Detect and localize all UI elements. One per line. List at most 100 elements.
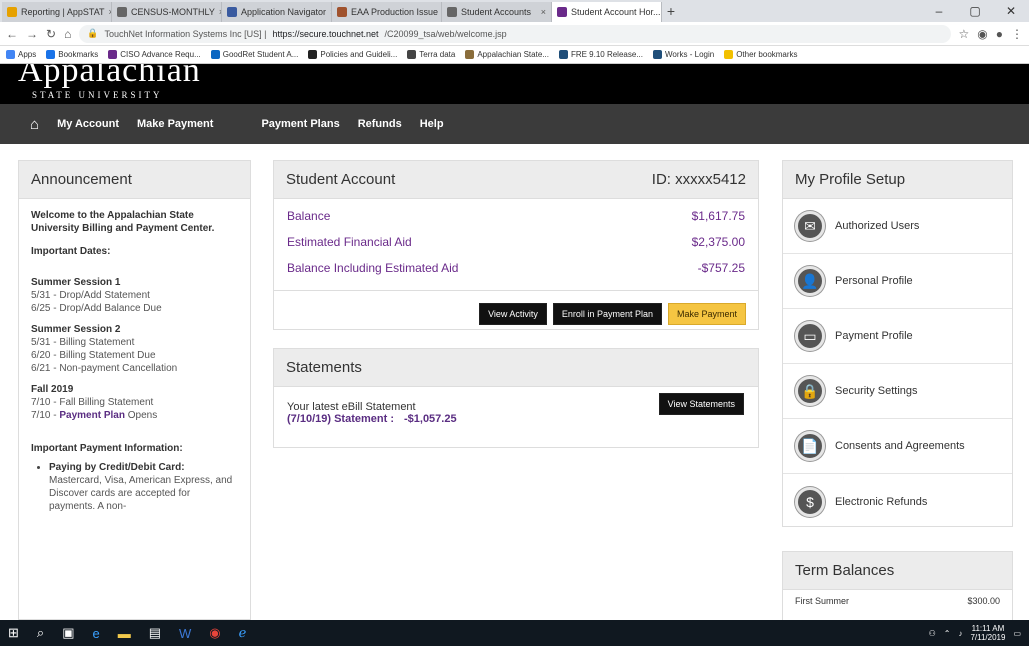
browser-tab[interactable]: Application Navigator×	[222, 2, 332, 22]
back-icon[interactable]: ←	[6, 27, 18, 41]
term-value: $300.00	[967, 596, 1000, 606]
url-prefix: TouchNet Information Systems Inc [US] |	[104, 28, 267, 39]
tab-favicon-icon	[557, 7, 567, 17]
url-input[interactable]: 🔒 TouchNet Information Systems Inc [US] …	[79, 24, 951, 43]
store-icon[interactable]: ▤	[149, 625, 161, 641]
minimize-button[interactable]: –	[921, 0, 957, 22]
term-balances-title: Term Balances	[783, 552, 1012, 590]
tab-label: EAA Production Issue	[351, 7, 439, 17]
chrome-icon[interactable]: ◉	[209, 625, 220, 641]
bookmark-icon	[6, 50, 15, 59]
close-window-button[interactable]: ✕	[993, 0, 1029, 22]
bookmark-item[interactable]: GoodRet Student A...	[210, 50, 299, 59]
logo-name[interactable]: Appalachian	[18, 64, 201, 90]
tab-close-icon[interactable]: ×	[541, 7, 546, 17]
profile-icon[interactable]: ●	[996, 27, 1003, 41]
session-heading: Fall 2019	[31, 384, 74, 395]
session-line: 6/20 - Billing Statement Due	[31, 350, 156, 361]
term-label: First Summer	[795, 596, 849, 606]
bookmark-icon	[652, 50, 662, 59]
enroll-payment-plan-button[interactable]: Enroll in Payment Plan	[552, 303, 662, 325]
envelope-icon: ✉	[795, 211, 825, 241]
bookmark-icon	[558, 50, 568, 59]
payment-profile-item[interactable]: ▭ Payment Profile	[783, 309, 1012, 364]
home-icon[interactable]: ⌂	[30, 116, 39, 133]
browser-tab[interactable]: CENSUS-MONTHLY×	[112, 2, 222, 22]
balance-with-aid-link[interactable]: Balance Including Estimated Aid	[287, 261, 458, 275]
browser-tab[interactable]: EAA Production Issue×	[332, 2, 442, 22]
new-tab-button[interactable]: +	[662, 3, 680, 19]
forward-icon[interactable]: →	[26, 27, 38, 41]
balance-with-aid-value: -$757.25	[697, 261, 745, 275]
announcement-title: Announcement	[19, 161, 250, 199]
bookmark-item[interactable]: Other bookmarks	[724, 50, 798, 59]
home-icon[interactable]: ⌂	[64, 27, 71, 41]
personal-profile-item[interactable]: 👤 Personal Profile	[783, 254, 1012, 309]
nav-help[interactable]: Help	[420, 118, 444, 130]
profile-item-label: Payment Profile	[835, 330, 913, 342]
bookmark-label: GoodRet Student A...	[222, 50, 299, 59]
star-icon[interactable]: ☆	[959, 27, 970, 41]
menu-icon[interactable]: ⋮	[1011, 27, 1023, 41]
tab-label: CENSUS-MONTHLY	[131, 7, 215, 17]
window-controls: – ▢ ✕	[921, 0, 1029, 22]
money-icon: $	[795, 486, 825, 517]
bookmark-item[interactable]: FRE 9.10 Release...	[558, 50, 643, 59]
browser-tab[interactable]: Student Account Hor...×	[552, 2, 662, 22]
balance-link[interactable]: Balance	[287, 209, 330, 223]
bookmark-label: FRE 9.10 Release...	[570, 50, 643, 59]
view-statements-button[interactable]: View Statements	[658, 393, 744, 415]
consents-agreements-item[interactable]: 📄 Consents and Agreements	[783, 419, 1012, 474]
account-title: Student Account	[286, 171, 396, 188]
bookmark-label: Policies and Guideli...	[320, 50, 398, 59]
bookmark-item[interactable]: Appalachian State...	[465, 50, 549, 59]
bookmark-item[interactable]: Bookmarks	[46, 50, 98, 59]
account-header: Student Account ID: xxxxx5412	[274, 161, 758, 199]
explorer-icon[interactable]: ▬	[118, 626, 131, 641]
notification-icon[interactable]: ▭	[1013, 629, 1021, 638]
browser-tab[interactable]: Reporting | AppSTAT×	[2, 2, 112, 22]
bookmark-item[interactable]: CISO Advance Requ...	[108, 50, 201, 59]
security-settings-item[interactable]: 🔒 Security Settings	[783, 364, 1012, 419]
extension-icon[interactable]: ◉	[977, 27, 987, 41]
bookmark-icon	[465, 50, 475, 59]
electronic-refunds-item[interactable]: $ Electronic Refunds	[783, 474, 1012, 529]
nav-my-account[interactable]: My Account	[57, 118, 119, 130]
network-icon[interactable]: ⌃	[944, 629, 951, 638]
reload-icon[interactable]: ↻	[46, 27, 56, 41]
student-account-panel: Student Account ID: xxxxx5412 Balance $1…	[273, 160, 759, 330]
clock[interactable]: 11:11 AM 7/11/2019	[970, 624, 1005, 642]
view-activity-button[interactable]: View Activity	[479, 303, 547, 325]
word-icon[interactable]: W	[179, 626, 191, 641]
session-line: 6/25 - Drop/Add Balance Due	[31, 303, 162, 314]
browser-tab-strip: Reporting | AppSTAT×CENSUS-MONTHLY×Appli…	[0, 0, 1029, 22]
task-view-icon[interactable]: ▣	[62, 625, 74, 641]
volume-icon[interactable]: ♪	[958, 629, 962, 638]
financial-aid-link[interactable]: Estimated Financial Aid	[287, 235, 412, 249]
bookmark-item[interactable]: Works - Login	[652, 50, 714, 59]
windows-start-icon[interactable]: ⊞	[8, 625, 19, 641]
payment-plan-link[interactable]: Payment Plan	[59, 410, 125, 421]
people-icon[interactable]: ⚇	[929, 629, 936, 638]
bookmark-item[interactable]: Policies and Guideli...	[308, 50, 397, 59]
nav-make-payment[interactable]: Make Payment	[137, 118, 213, 130]
profile-item-label: Electronic Refunds	[835, 495, 928, 508]
bookmark-item[interactable]: Apps	[6, 50, 36, 59]
taskbar: ⊞ ⌕ ▣ e ▬ ▤ W ◉ ℯ ⚇ ⌃ ♪ 11:11 AM 7/11/20…	[0, 620, 1029, 646]
announcement-body: Welcome to the Appalachian State Univers…	[19, 199, 250, 525]
maximize-button[interactable]: ▢	[957, 0, 993, 22]
edge-icon[interactable]: e	[92, 626, 99, 641]
ie-icon[interactable]: ℯ	[239, 625, 247, 641]
browser-tab[interactable]: Student Accounts ×	[442, 2, 552, 22]
address-bar: ← → ↻ ⌂ 🔒 TouchNet Information Systems I…	[0, 22, 1029, 46]
nav-payment-plans[interactable]: Payment Plans	[261, 118, 339, 130]
search-icon[interactable]: ⌕	[37, 625, 44, 641]
bookmark-item[interactable]: Terra data	[407, 50, 455, 59]
make-payment-button[interactable]: Make Payment	[667, 303, 746, 325]
authorized-users-item[interactable]: ✉ Authorized Users	[783, 199, 1012, 254]
bookmark-icon	[308, 50, 318, 59]
bookmark-label: Bookmarks	[58, 50, 99, 59]
account-row: Balance Including Estimated Aid -$757.25	[274, 255, 758, 281]
nav-refunds[interactable]: Refunds	[358, 118, 402, 130]
bookmark-icon	[210, 50, 220, 59]
